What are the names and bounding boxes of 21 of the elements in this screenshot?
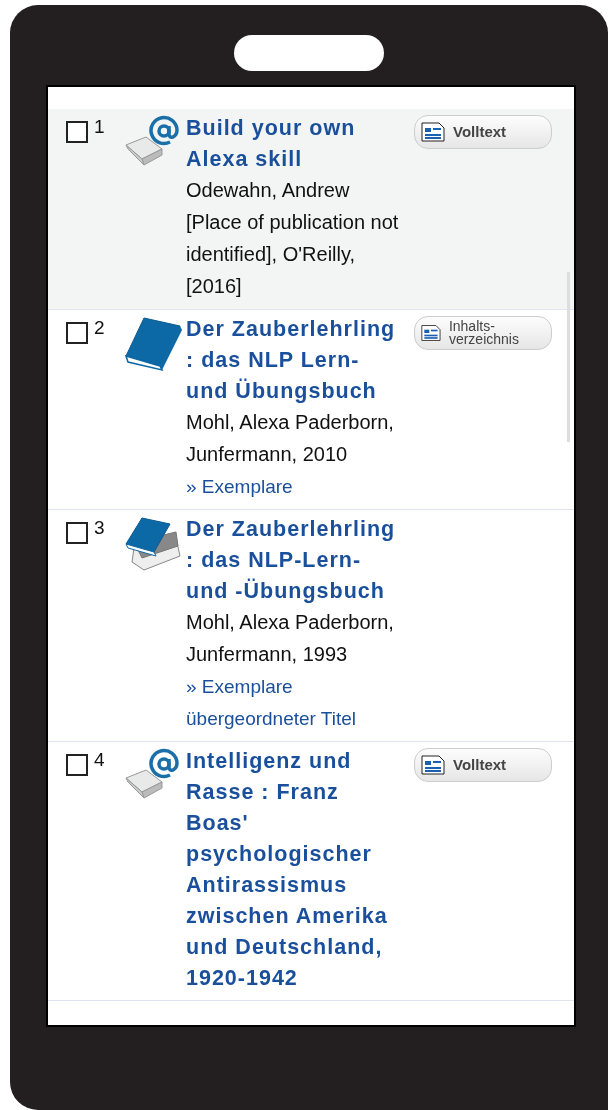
result-number: 2 <box>94 317 105 338</box>
table-of-contents-button[interactable]: Inhalts-verzeichnis <box>414 316 552 350</box>
full-text-button[interactable]: Volltext <box>414 748 552 782</box>
result-title-link[interactable]: Der Zauberlehrling : das NLP Lern- und Übungsbuch <box>186 314 404 407</box>
publication-details: Mohl, Alexa Paderborn, Junfermann, 1993 <box>186 611 394 665</box>
result-row[interactable]: 2 Der Zauberlehrling : das NLP Lern- und Übungsbuch Mohl, Alexa Paderborn, Junfermann, 2010 » Exemplare Inhalts-verzeichnis <box>48 310 574 510</box>
result-row[interactable]: 4 Intelligenz und Rasse : Franz Boas' psychologischer Antirassismus zwischen Amerika und Deutschland, 1920-1942 Volltext <box>48 742 574 1001</box>
result-title-link[interactable]: Der Zauberlehrling : das NLP-Lern- und -Übungsbuch <box>186 514 404 607</box>
result-number: 4 <box>94 749 105 770</box>
copies-link[interactable]: » Exemplare <box>186 676 293 697</box>
result-number: 3 <box>94 517 105 538</box>
parent-title-link[interactable]: übergeordneter Titel <box>186 708 357 729</box>
result-number: 1 <box>94 116 105 137</box>
publication-details: Odewahn, Andrew [Place of publication not identified], O'Reilly, [2016] <box>186 179 399 297</box>
publication-details: Mohl, Alexa Paderborn, Junfermann, 2010 <box>186 411 394 465</box>
result-title-link[interactable]: Build your own Alexa skill <box>186 113 404 175</box>
full-text-button[interactable]: Volltext <box>414 115 552 149</box>
copies-link[interactable]: » Exemplare <box>186 476 293 497</box>
result-row[interactable]: 3 Der Zauberlehrling : das NLP-Lern- und -Übungsbuch Mohl, Alexa Paderborn, Junfermann, 1993 » Exemplare übergeordneter Titel <box>48 510 574 742</box>
result-row[interactable]: 1 Build your own Alexa skill Odewahn, Andrew [Place of publication not identified], O'Reilly, [2016] Volltext <box>48 109 574 310</box>
result-title-link[interactable]: Intelligenz und Rasse : Franz Boas' psychologischer Antirassismus zwischen Amerika und Deutschland, 1920-1942 <box>186 746 404 994</box>
